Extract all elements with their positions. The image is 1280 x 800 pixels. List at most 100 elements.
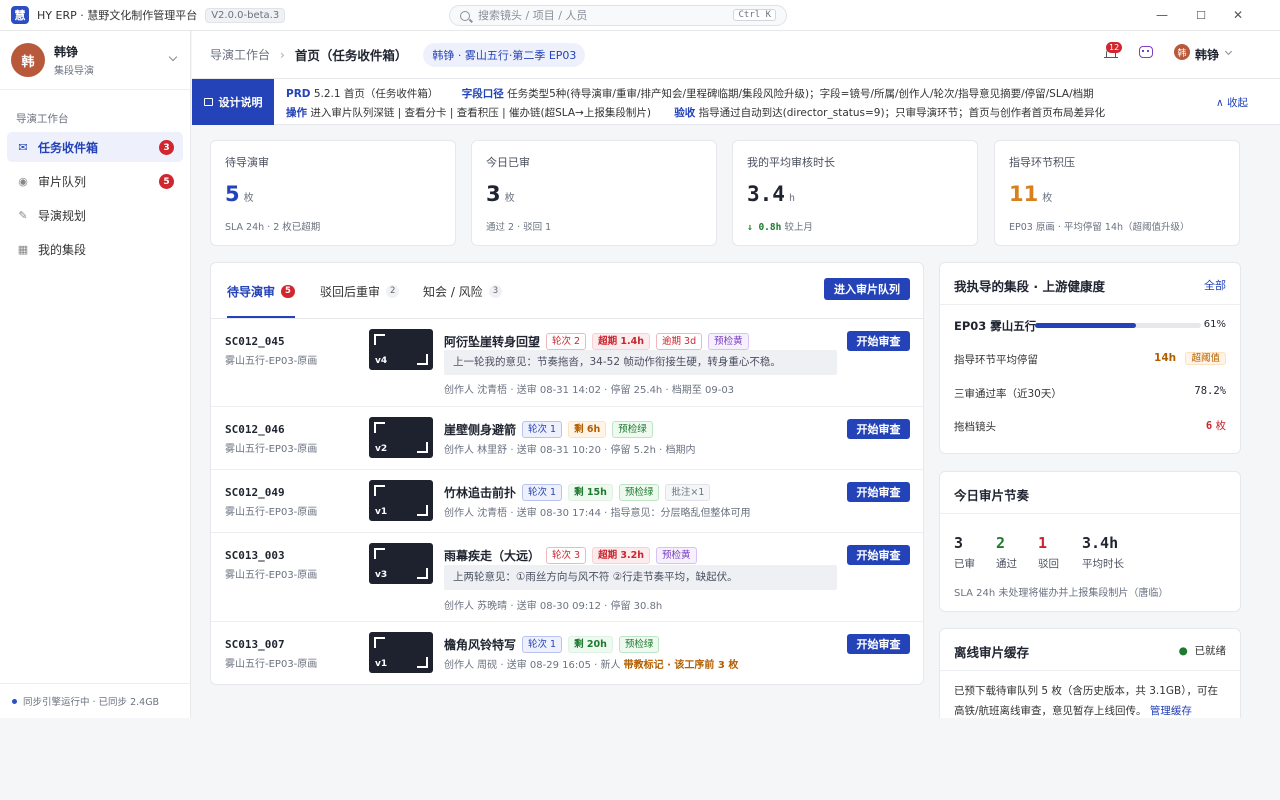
- search-input[interactable]: [478, 9, 728, 22]
- assistant-bot-icon[interactable]: [1139, 46, 1153, 58]
- shot-source: 雾山五行-EP03-原画: [225, 444, 318, 455]
- sidebar-item-label: 任务收件箱: [38, 140, 99, 155]
- start-review-button[interactable]: 开始审查: [847, 545, 910, 565]
- breadcrumb-separator: ›: [280, 47, 285, 62]
- offline-cache-card: 离线审片缓存 ● 已就绪 已预下载待审队列 5 枚（含历史版本，共 3.1GB），…: [939, 628, 1241, 718]
- tab-pending-review[interactable]: 待导演审 5: [227, 283, 295, 300]
- shot-title: 雨幕疾走（大远） 轮次 3 超期 3.2h 预检黄: [444, 547, 697, 564]
- rhythm-stat-reviewed: 3 已审: [954, 534, 975, 570]
- start-review-button[interactable]: 开始审查: [847, 634, 910, 654]
- search-icon: [460, 10, 470, 21]
- stat-value: 3枚: [486, 182, 515, 206]
- card-title: 今日审片节奏: [954, 488, 1030, 503]
- sidebar-item-episodes[interactable]: ▦ 我的集段: [7, 234, 183, 264]
- page-title: 首页（任务收件箱）: [294, 48, 408, 63]
- doc-icon: [203, 98, 213, 106]
- start-review-button[interactable]: 开始审查: [847, 419, 910, 439]
- shot-thumbnail[interactable]: v3: [369, 543, 433, 584]
- stat-card-pending[interactable]: 待导演审 5枚 SLA 24h · 2 枚已超期: [210, 140, 456, 246]
- status-badge: 预检黄: [656, 547, 697, 564]
- status-badge: 轮次 1: [522, 421, 563, 438]
- active-tab-indicator: [227, 316, 295, 318]
- start-review-button[interactable]: 开始审查: [847, 482, 910, 502]
- shot-title: 阿衍坠崖转身回望 轮次 2 超期 1.4h 逾期 3d 预检黄: [444, 333, 749, 350]
- shot-source: 雾山五行-EP03-原画: [225, 356, 318, 367]
- user-switcher[interactable]: 韩 韩铮 集段导演: [0, 31, 190, 90]
- shot-thumbnail[interactable]: v1: [369, 480, 433, 521]
- design-notes-label: 设计说明: [192, 79, 274, 125]
- tab-notice-risk[interactable]: 知会 / 风险 3: [423, 283, 503, 300]
- status-dot-icon: [12, 698, 17, 704]
- tab-rereview[interactable]: 驳回后重审 2: [320, 283, 400, 300]
- rhythm-stat-rejected: 1 驳回: [1038, 534, 1059, 570]
- maximize-button[interactable]: ☐: [1193, 7, 1209, 23]
- shot-thumbnail[interactable]: v1: [369, 632, 433, 673]
- card-title: 我执导的集段 · 上游健康度: [954, 279, 1105, 294]
- sync-status: 同步引擎运行中 · 已同步 2.4GB: [0, 683, 190, 718]
- sidebar-item-review-queue[interactable]: ◉ 审片队列 5: [7, 166, 183, 196]
- status-badge: 预检黄: [708, 333, 749, 350]
- table-row[interactable]: SC013_007 雾山五行-EP03-原画 v1 檐角风铃特写 轮次 1剩 20h 预检…: [211, 622, 923, 684]
- enter-queue-button[interactable]: 进入审片队列: [824, 278, 910, 300]
- table-row[interactable]: SC013_003 雾山五行-EP03-原画 v3 雨幕疾走（大远） 轮次 3 超期 3.…: [211, 533, 923, 622]
- start-review-button[interactable]: 开始审查: [847, 331, 910, 351]
- sidebar-item-inbox[interactable]: ✉ 任务收件箱 3: [7, 132, 183, 162]
- metric-value: 14h 超阈值: [1154, 351, 1226, 366]
- shot-meta: 创作人 沈青梧 · 送审 08-31 14:02 · 停留 25.4h · 档期…: [444, 385, 735, 396]
- sidebar-item-planning[interactable]: ✎ 导演规划: [7, 200, 183, 230]
- table-row[interactable]: SC012_045 雾山五行-EP03-原画 v4 阿衍坠崖转身回望 轮次 2 超期 1.…: [211, 319, 923, 407]
- manage-cache-link[interactable]: 管理缓存: [1150, 705, 1192, 717]
- shot-code: SC013_003: [225, 549, 285, 562]
- table-row[interactable]: SC012_046 雾山五行-EP03-原画 v2 崖壁侧身避箭 轮次 1剩 6h 预检绿…: [211, 407, 923, 470]
- stat-value: 11 枚: [1009, 182, 1053, 206]
- shot-source: 雾山五行-EP03-原画: [225, 570, 318, 581]
- user-name: 韩铮: [54, 45, 79, 59]
- shot-source: 雾山五行-EP03-原画: [225, 507, 318, 518]
- breadcrumb-parent[interactable]: 导演工作台: [210, 46, 270, 63]
- table-row[interactable]: SC012_049 雾山五行-EP03-原画 v1 竹林追击前扑 轮次 1剩 15h 预检…: [211, 470, 923, 533]
- shot-thumbnail[interactable]: v2: [369, 417, 433, 458]
- metric-label: 指导环节平均停留: [954, 354, 1038, 366]
- status-badge: 轮次 1: [522, 484, 563, 501]
- stat-sub: ↓ 0.8h 较上月: [747, 222, 813, 233]
- stat-title: 指导环节积压: [1009, 156, 1075, 169]
- collapse-button[interactable]: ∧ 收起: [1216, 95, 1248, 110]
- view-all-link[interactable]: 全部: [1204, 277, 1226, 293]
- header-user-name[interactable]: 韩铮: [1195, 46, 1219, 63]
- stat-title: 我的平均审核时长: [747, 156, 835, 169]
- design-notes: 设计说明 PRD 5.2.1 首页（任务收件箱） 字段口径 任务类型5种(待导演…: [192, 79, 1280, 125]
- design-row-1: PRD 5.2.1 首页（任务收件箱） 字段口径 任务类型5种(待导演审/重审/…: [286, 88, 1094, 100]
- shot-thumbnail[interactable]: v4: [369, 329, 433, 370]
- shot-title: 竹林追击前扑 轮次 1剩 15h 预检绿 批注×1: [444, 484, 711, 501]
- chevron-down-icon: [168, 52, 178, 62]
- app-name: HY ERP · 慧野文化制作管理平台: [37, 9, 198, 22]
- stat-card-backlog[interactable]: 指导环节积压 11 枚 EP03 原画 · 平均停留 14h（超阈值升级）: [994, 140, 1240, 246]
- episode-health-card: 我执导的集段 · 上游健康度 全部 EP03 雾山五行 61% 指导环节平均停留 …: [939, 262, 1241, 454]
- stat-title: 待导演审: [225, 156, 269, 169]
- rhythm-note: SLA 24h 未处理将催办并上报集段制片（唐临）: [954, 588, 1169, 599]
- chevron-down-icon[interactable]: [1224, 47, 1233, 56]
- stat-card-avg-time[interactable]: 我的平均审核时长 3.4 h ↓ 0.8h 较上月: [732, 140, 978, 246]
- metric-value: 78.2%: [1194, 385, 1226, 397]
- status-badge: 预检绿: [618, 484, 660, 501]
- status-badge: 剩 6h: [568, 421, 607, 438]
- app-logo: 慧: [11, 6, 29, 24]
- minimize-button[interactable]: —: [1154, 7, 1170, 23]
- global-search[interactable]: Ctrl K: [449, 5, 787, 26]
- stat-card-reviewed-today[interactable]: 今日已审 3枚 通过 2 · 驳回 1: [471, 140, 717, 246]
- stat-sub: SLA 24h · 2 枚已超期: [225, 222, 321, 233]
- status-badge: 批注×1: [665, 484, 711, 501]
- context-pill[interactable]: 韩铮 · 雾山五行·第二季 EP03: [423, 42, 586, 67]
- header-avatar[interactable]: 韩: [1174, 44, 1190, 60]
- page-header: 导演工作台 › 首页（任务收件箱） 韩铮 · 雾山五行·第二季 EP03 12 …: [192, 31, 1280, 79]
- sync-text: 同步引擎运行中 · 已同步 2.4GB: [23, 697, 160, 708]
- episode-name: EP03 雾山五行: [954, 319, 1037, 333]
- warning-tag: 超阈值: [1185, 352, 1226, 365]
- progress-bar: [1035, 323, 1201, 328]
- grid-icon: ▦: [17, 242, 29, 256]
- version-badge: V2.0.0-beta.3: [205, 7, 286, 23]
- director-note: 上一轮我的意见：节奏拖沓，34-52 帧动作衔接生硬，转身重心不稳。: [444, 350, 837, 375]
- close-button[interactable]: ✕: [1230, 7, 1246, 23]
- count-badge: 5: [159, 174, 174, 189]
- shot-code: SC012_049: [225, 486, 285, 499]
